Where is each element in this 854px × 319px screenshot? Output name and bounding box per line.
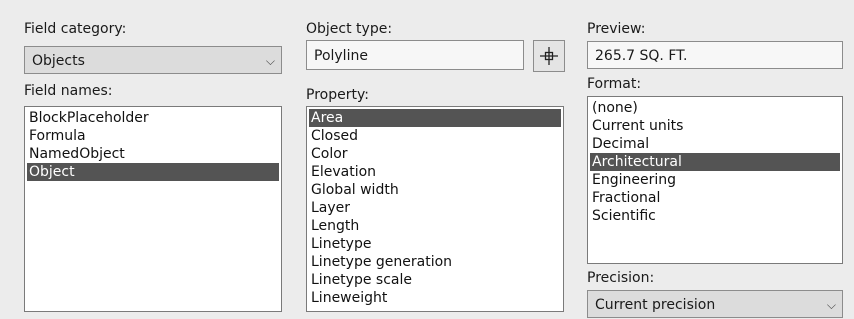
- property-item[interactable]: Length: [309, 217, 561, 235]
- select-object-button[interactable]: [533, 40, 565, 72]
- field-names-list[interactable]: BlockPlaceholder Formula NamedObject Object: [24, 106, 282, 312]
- property-item[interactable]: Linetype: [309, 235, 561, 253]
- format-item[interactable]: Fractional: [590, 189, 840, 207]
- precision-value: Current precision: [595, 297, 716, 313]
- format-item[interactable]: Architectural: [590, 153, 840, 171]
- property-item[interactable]: Closed: [309, 127, 561, 145]
- preview-label: Preview:: [587, 21, 646, 37]
- property-item[interactable]: Color: [309, 145, 561, 163]
- format-item[interactable]: Scientific: [590, 207, 840, 225]
- property-item[interactable]: Area: [309, 109, 561, 127]
- property-item[interactable]: Linetype generation: [309, 253, 561, 271]
- property-item[interactable]: Lineweight: [309, 289, 561, 307]
- field-names-label: Field names:: [24, 83, 113, 99]
- crosshair-icon: [540, 47, 558, 65]
- field-category-dropdown[interactable]: Objects ⌵: [24, 46, 282, 74]
- format-item[interactable]: (none): [590, 99, 840, 117]
- precision-dropdown[interactable]: Current precision ⌵: [587, 290, 843, 318]
- preview-value: 265.7 SQ. FT.: [595, 48, 688, 64]
- field-name-item[interactable]: NamedObject: [27, 145, 279, 163]
- format-label: Format:: [587, 76, 642, 92]
- precision-label: Precision:: [587, 270, 655, 286]
- format-list[interactable]: (none) Current units Decimal Architectural E…: [587, 96, 843, 264]
- property-item[interactable]: Linetype scale: [309, 271, 561, 289]
- object-type-label: Object type:: [306, 21, 393, 37]
- property-item[interactable]: Layer: [309, 199, 561, 217]
- format-item[interactable]: Engineering: [590, 171, 840, 189]
- property-item[interactable]: Global width: [309, 181, 561, 199]
- preview-field: 265.7 SQ. FT.: [587, 41, 843, 69]
- field-category-value: Objects: [32, 53, 85, 69]
- property-item[interactable]: Elevation: [309, 163, 561, 181]
- object-type-field[interactable]: Polyline: [306, 40, 524, 70]
- field-name-item[interactable]: Object: [27, 163, 279, 181]
- format-item[interactable]: Decimal: [590, 135, 840, 153]
- field-name-item[interactable]: BlockPlaceholder: [27, 109, 279, 127]
- property-label: Property:: [306, 87, 369, 103]
- field-name-item[interactable]: Formula: [27, 127, 279, 145]
- chevron-down-icon: ⌵: [265, 54, 275, 68]
- property-list[interactable]: Area Closed Color Elevation Global width Laye…: [306, 106, 564, 312]
- chevron-down-icon: ⌵: [826, 298, 836, 312]
- field-category-label: Field category:: [24, 21, 127, 37]
- object-type-value: Polyline: [314, 48, 368, 64]
- format-item[interactable]: Current units: [590, 117, 840, 135]
